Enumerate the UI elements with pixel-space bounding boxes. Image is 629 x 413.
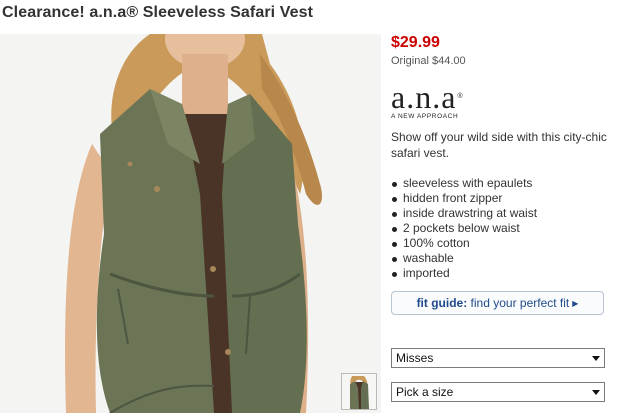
brand-tagline: A NEW APPROACH — [391, 113, 459, 120]
dropdown-arrow-icon — [592, 390, 600, 395]
product-thumbnail[interactable] — [341, 373, 377, 410]
list-item: inside drawstring at waist — [391, 206, 623, 221]
size-select[interactable]: Pick a size — [391, 382, 605, 402]
size-select-value: Pick a size — [396, 385, 454, 399]
brand-registered-mark: ® — [457, 93, 464, 100]
list-item: imported — [391, 266, 623, 281]
feature-list: sleeveless with epaulets hidden front zi… — [391, 176, 623, 281]
sale-price: $29.99 — [391, 34, 440, 51]
vest-photo — [0, 34, 381, 413]
list-item: hidden front zipper — [391, 191, 623, 206]
fit-guide-text: find your perfect fit — [467, 296, 570, 310]
brand-name: a.n.a® — [391, 79, 464, 115]
fit-guide-label: fit guide: — [416, 296, 468, 310]
list-item: 2 pockets below waist — [391, 221, 623, 236]
list-item: 100% cotton — [391, 236, 623, 251]
page-title: Clearance! a.n.a® Sleeveless Safari Vest — [2, 4, 314, 21]
dropdown-arrow-icon — [592, 356, 600, 361]
type-select-value: Misses — [396, 351, 434, 365]
thumbnail-photo — [342, 374, 376, 409]
brand-name-text: a.n.a — [391, 79, 457, 115]
product-description: Show off your wild side with this city-c… — [391, 130, 607, 160]
type-select[interactable]: Misses — [391, 348, 605, 368]
list-item: sleeveless with epaulets — [391, 176, 623, 191]
chevron-right-icon: ▶ — [572, 299, 579, 308]
product-image[interactable] — [0, 34, 381, 413]
brand-logo: a.n.a® A NEW APPROACH — [391, 79, 464, 120]
original-price: Original $44.00 — [391, 55, 466, 67]
fit-guide-button[interactable]: fit guide: find your perfect fit ▶ — [391, 291, 604, 315]
list-item: washable — [391, 251, 623, 266]
